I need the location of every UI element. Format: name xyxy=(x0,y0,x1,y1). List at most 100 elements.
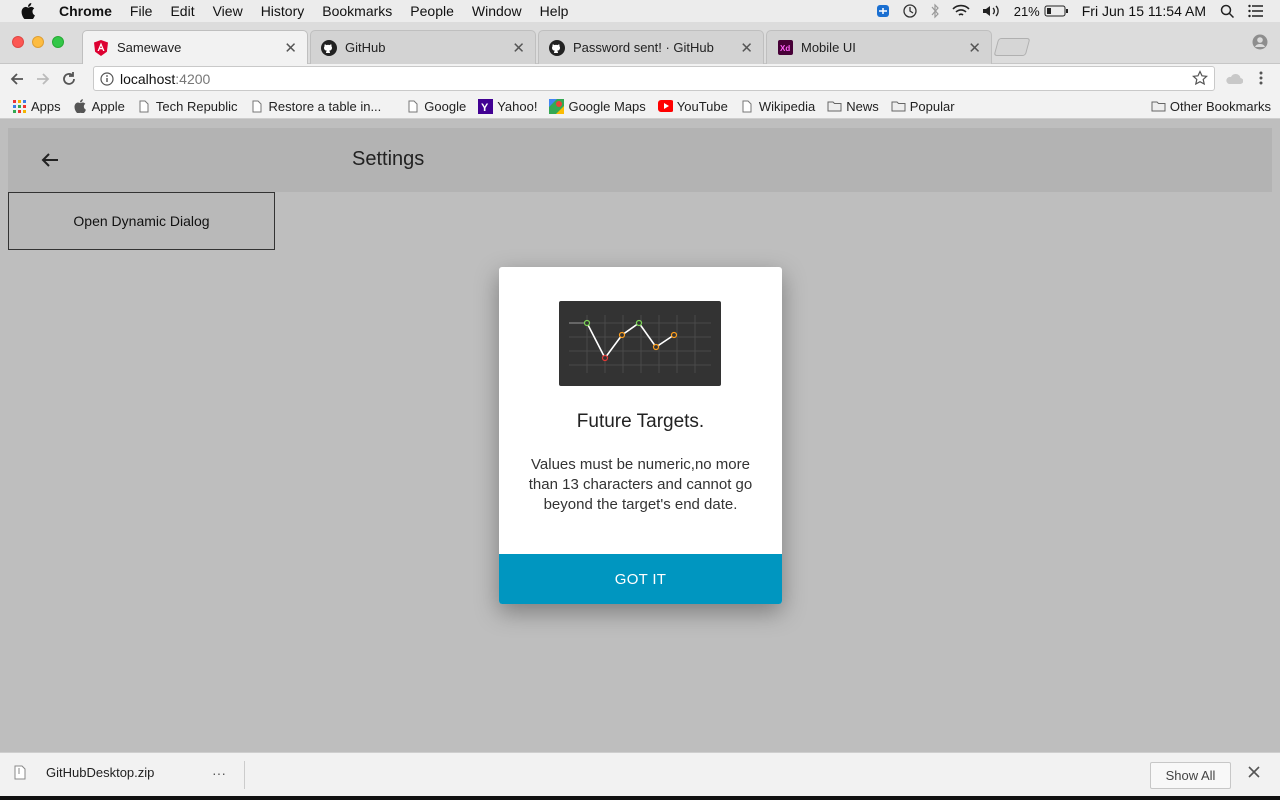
url-port: :4200 xyxy=(175,70,211,87)
bookmark-apps[interactable]: Apps xyxy=(12,99,61,114)
notification-center-icon[interactable] xyxy=(1248,4,1264,18)
back-arrow-icon[interactable] xyxy=(36,148,64,172)
bookmarks-bar: Apps Apple Tech Republic Restore a table… xyxy=(0,94,1280,119)
page-viewport: Settings Open Dynamic Dialog Future Targ… xyxy=(0,120,1280,752)
back-arrow-icon[interactable] xyxy=(4,66,30,92)
open-dynamic-dialog-button[interactable]: Open Dynamic Dialog xyxy=(8,192,275,250)
minimize-window-button[interactable] xyxy=(32,36,44,48)
info-icon[interactable] xyxy=(100,71,114,86)
page-icon xyxy=(250,99,265,114)
more-options-icon[interactable]: ··· xyxy=(212,765,226,781)
bookmark-folder-other[interactable]: Other Bookmarks xyxy=(1151,99,1271,114)
tab-title: Password sent! · GitHub xyxy=(573,40,714,55)
got-it-button[interactable]: GOT IT xyxy=(499,554,782,604)
tab-title: Samewave xyxy=(117,40,182,55)
teamviewer-icon[interactable] xyxy=(876,4,890,18)
bookmark-yahoo[interactable]: Y Yahoo! xyxy=(478,98,538,114)
menubar-clock[interactable]: Fri Jun 15 11:54 AM xyxy=(1082,3,1206,19)
tab-close-icon[interactable]: ✕ xyxy=(740,39,753,57)
profile-icon[interactable] xyxy=(1252,34,1268,53)
reload-icon[interactable] xyxy=(56,66,82,92)
forward-arrow-icon[interactable] xyxy=(30,66,56,92)
menu-help[interactable]: Help xyxy=(531,0,578,22)
file-icon xyxy=(14,765,26,780)
bookmark-label: Yahoo! xyxy=(497,98,538,114)
page-icon xyxy=(405,99,420,114)
bookmark-label: News xyxy=(846,98,879,114)
tab-github[interactable]: GitHub ✕ xyxy=(310,30,536,64)
menu-file[interactable]: File xyxy=(121,0,162,22)
url-host: localhost xyxy=(120,70,176,87)
bookmark-label: YouTube xyxy=(676,98,728,114)
bookmark-google-maps[interactable]: Google Maps xyxy=(549,98,646,114)
bookmark-label: Google xyxy=(424,98,467,114)
menu-edit[interactable]: Edit xyxy=(161,0,203,22)
download-filename: GitHubDesktop.zip xyxy=(46,765,155,780)
apple-icon[interactable] xyxy=(20,3,36,19)
menu-window[interactable]: Window xyxy=(463,0,531,22)
bookmark-label: Google Maps xyxy=(568,98,646,114)
bookmark-star-icon[interactable] xyxy=(1192,70,1208,89)
github-icon xyxy=(321,39,337,56)
battery-icon[interactable] xyxy=(1044,5,1068,17)
tab-close-icon[interactable]: ✕ xyxy=(512,39,525,57)
svg-text:Xd: Xd xyxy=(780,44,790,53)
bookmark-tech-republic[interactable]: Tech Republic xyxy=(137,99,238,114)
extension-icon[interactable] xyxy=(1225,70,1244,89)
menu-history[interactable]: History xyxy=(252,0,314,22)
page-icon xyxy=(740,99,755,114)
apple-icon xyxy=(73,99,88,114)
close-icon[interactable] xyxy=(1248,765,1260,783)
bookmark-label: Apple xyxy=(91,98,125,114)
tab-samewave[interactable]: Samewave ✕ xyxy=(82,30,308,64)
show-all-button[interactable]: Show All xyxy=(1150,762,1231,789)
tab-title: Mobile UI xyxy=(801,40,856,55)
bookmark-label: Wikipedia xyxy=(758,98,816,114)
download-item[interactable]: GitHubDesktop.zip xyxy=(14,765,154,780)
tab-mobile-ui[interactable]: Xd Mobile UI ✕ xyxy=(766,30,992,64)
time-machine-icon[interactable] xyxy=(902,3,918,19)
menu-people[interactable]: People xyxy=(401,0,463,22)
bookmark-label: Popular xyxy=(909,98,955,114)
zoom-window-button[interactable] xyxy=(52,36,64,48)
folder-icon xyxy=(891,99,906,114)
github-icon xyxy=(549,39,565,56)
bookmark-folder-news[interactable]: News xyxy=(827,99,879,114)
browser-tab-strip: Samewave ✕ GitHub ✕ Password sent! · Git… xyxy=(0,22,1280,64)
page-icon xyxy=(137,99,152,114)
bookmark-wikipedia[interactable]: Wikipedia xyxy=(740,99,815,114)
bookmark-label: Restore a table in... xyxy=(268,98,382,114)
bluetooth-icon[interactable] xyxy=(930,3,940,19)
divider xyxy=(244,761,245,789)
menu-view[interactable]: View xyxy=(204,0,252,22)
bookmark-google[interactable]: Google xyxy=(405,99,466,114)
close-window-button[interactable] xyxy=(12,36,24,48)
bookmark-folder-popular[interactable]: Popular xyxy=(891,99,955,114)
chart-illustration xyxy=(559,301,721,386)
folder-icon xyxy=(1151,99,1166,114)
info-dialog: Future Targets. Values must be numeric,n… xyxy=(499,267,782,604)
tab-password-sent[interactable]: Password sent! · GitHub ✕ xyxy=(538,30,764,64)
chart-illustration-svg xyxy=(569,315,711,373)
chrome-menu-icon[interactable] xyxy=(1258,70,1264,89)
download-shelf: GitHubDesktop.zip ··· Show All xyxy=(0,752,1280,796)
volume-icon[interactable] xyxy=(982,4,1002,18)
youtube-icon xyxy=(657,99,673,114)
menu-chrome[interactable]: Chrome xyxy=(50,0,121,22)
bookmark-youtube[interactable]: YouTube xyxy=(657,98,728,114)
address-bar[interactable]: localhost:4200 xyxy=(93,66,1215,91)
page-title: Settings xyxy=(352,148,425,170)
tab-close-icon[interactable]: ✕ xyxy=(968,39,981,57)
apps-grid-icon xyxy=(12,99,27,114)
tab-title: GitHub xyxy=(345,40,386,55)
bookmark-restore-table[interactable]: Restore a table in... xyxy=(250,98,382,114)
folder-icon xyxy=(827,99,842,114)
menu-bookmarks[interactable]: Bookmarks xyxy=(313,0,401,22)
app-header: Settings xyxy=(8,128,1272,192)
spotlight-icon[interactable] xyxy=(1220,4,1234,18)
adobe-xd-icon: Xd xyxy=(777,40,793,56)
tab-close-icon[interactable]: ✕ xyxy=(284,39,297,57)
wifi-icon[interactable] xyxy=(952,4,970,18)
new-tab-button[interactable] xyxy=(993,38,1031,56)
bookmark-apple[interactable]: Apple xyxy=(73,99,125,114)
